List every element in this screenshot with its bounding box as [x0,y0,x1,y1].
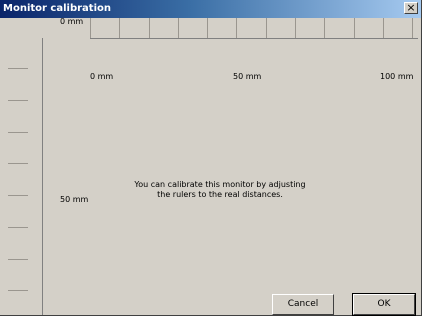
horizontal-ruler-label-start: 0 mm [90,72,114,81]
ok-button[interactable]: OK [353,294,415,315]
close-icon: × [406,1,416,14]
vertical-ruler-tick [8,195,28,196]
horizontal-ruler-tick [383,18,384,38]
vertical-ruler-tick [8,100,28,101]
horizontal-ruler-tick [119,18,120,38]
horizontal-ruler-tick [90,18,91,38]
vertical-ruler-label-mid: 50 mm [60,195,89,204]
window-title: Monitor calibration [3,3,111,14]
horizontal-ruler[interactable] [90,18,418,39]
title-bar: Monitor calibration × [0,0,421,18]
close-button[interactable]: × [404,1,418,14]
vertical-ruler-tick [8,163,28,164]
calibration-area: 0 mm 50 mm 0 mm 50 mm 100 mm You can cal… [0,17,421,315]
calibration-window: Monitor calibration × 0 mm 50 mm 0 mm 50… [0,0,422,316]
horizontal-ruler-tick [412,18,413,38]
horizontal-ruler-tick [236,18,237,38]
vertical-ruler-tick [8,227,28,228]
horizontal-ruler-tick [266,18,267,38]
cancel-button[interactable]: Cancel [272,294,334,315]
vertical-ruler-label-top: 0 mm [60,17,84,26]
horizontal-ruler-label-mid: 50 mm [233,72,262,81]
horizontal-ruler-tick [354,18,355,38]
instruction-line-2: the rulers to the real distances. [157,190,283,199]
horizontal-ruler-tick [178,18,179,38]
instruction-message: You can calibrate this monitor by adjust… [110,180,330,200]
vertical-ruler-tick [8,132,28,133]
horizontal-ruler-tick [324,18,325,38]
vertical-ruler-tick [8,290,28,291]
horizontal-ruler-tick [207,18,208,38]
instruction-line-1: You can calibrate this monitor by adjust… [134,180,306,189]
vertical-ruler-tick [8,68,28,69]
vertical-ruler-tick [8,259,28,260]
vertical-ruler[interactable] [8,38,43,315]
horizontal-ruler-tick [295,18,296,38]
horizontal-ruler-tick [149,18,150,38]
horizontal-ruler-label-end: 100 mm [380,72,414,81]
